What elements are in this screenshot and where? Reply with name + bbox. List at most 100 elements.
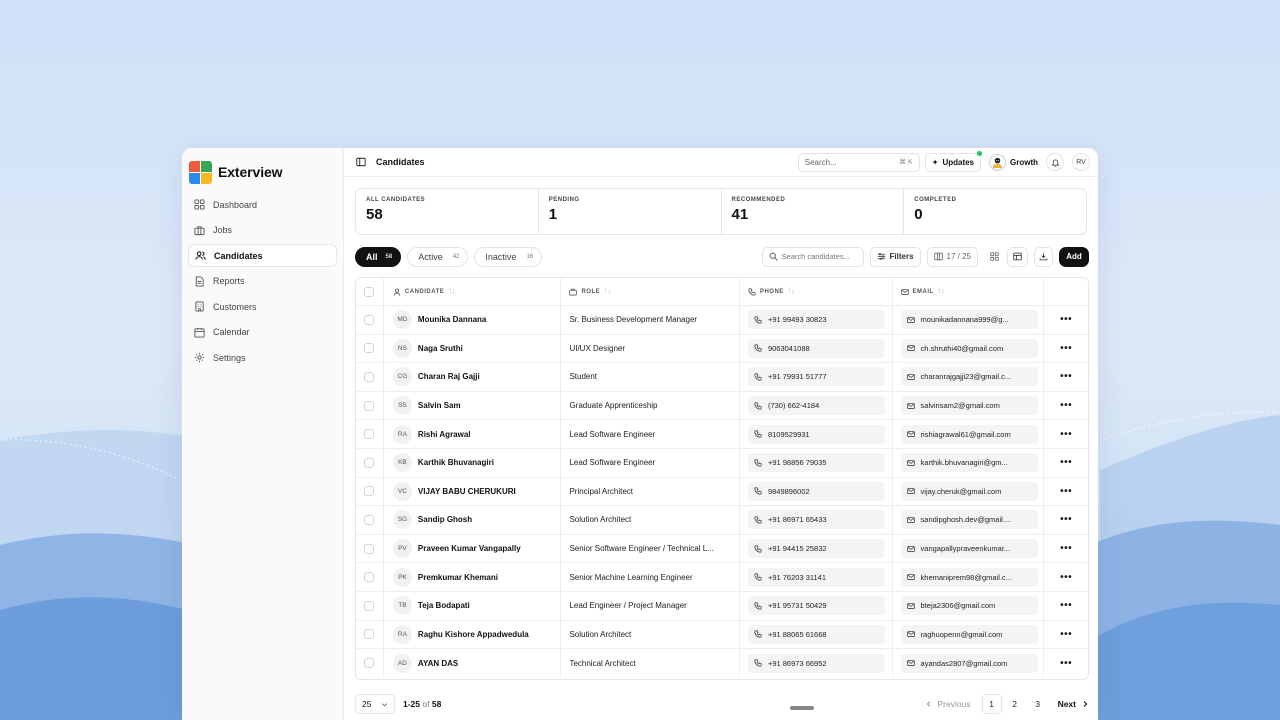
row-checkbox[interactable]	[364, 486, 375, 497]
candidate-name[interactable]: Sandip Ghosh	[418, 515, 472, 524]
row-checkbox[interactable]	[364, 314, 375, 325]
updates-button[interactable]: ✦ Updates	[924, 150, 982, 172]
table-row[interactable]: MD Mounika Dannana Sr. Business Developm…	[356, 306, 1088, 335]
user-avatar[interactable]: RV	[1072, 153, 1090, 171]
row-checkbox[interactable]	[364, 343, 375, 354]
table-row[interactable]: SG Sandip Ghosh Solution Architect +91 8…	[356, 506, 1088, 535]
candidate-name[interactable]: Premkumar Khemani	[418, 573, 498, 582]
table-row[interactable]: PV Praveen Kumar Vangapally Senior Softw…	[356, 534, 1088, 564]
phone-chip[interactable]: +91 86973 66952	[747, 653, 885, 673]
stat-all-candidates[interactable]: ALL CANDIDATES 58	[356, 189, 539, 234]
more-options-icon[interactable]: •••	[1060, 543, 1072, 554]
row-checkbox[interactable]	[364, 429, 375, 440]
notifications-button[interactable]	[1046, 153, 1064, 171]
email-chip[interactable]: raghuopenn@gmail.com	[900, 624, 1038, 644]
row-checkbox[interactable]	[364, 371, 375, 382]
email-chip[interactable]: vangapallypraveenkumar...	[900, 539, 1038, 559]
brand[interactable]: Exterview	[188, 154, 337, 190]
previous-page-button[interactable]: Previous	[925, 699, 971, 709]
candidate-name[interactable]: Karthik Bhuvanagiri	[418, 458, 494, 467]
email-chip[interactable]: ch.shruthi40@gmail.com	[900, 338, 1038, 358]
more-options-icon[interactable]: •••	[1060, 514, 1072, 525]
phone-chip[interactable]: 9849896002	[747, 481, 885, 501]
table-row[interactable]: NS Naga Sruthi UI/UX Designer 9063041088…	[356, 334, 1088, 364]
candidate-name[interactable]: AYAN DAS	[418, 659, 458, 668]
phone-chip[interactable]: +91 76203 31141	[747, 567, 885, 587]
column-header-email[interactable]: EMAIL ↑↓	[900, 288, 945, 296]
email-chip[interactable]: khemaniprem98@gmail.c...	[900, 567, 1038, 587]
email-chip[interactable]: rishiagrawal61@gmail.com	[900, 424, 1038, 444]
global-search-input[interactable]: Search... ⌘ K	[797, 152, 920, 172]
email-chip[interactable]: mounikadannana999@g...	[900, 310, 1038, 330]
table-row[interactable]: VC VIJAY BABU CHERUKURI Principal Archit…	[356, 477, 1088, 507]
sidebar-toggle-icon[interactable]	[356, 157, 366, 167]
candidate-name[interactable]: Naga Sruthi	[418, 344, 463, 353]
phone-chip[interactable]: +91 79931 51777	[747, 367, 885, 387]
phone-chip[interactable]: 9063041088	[747, 338, 885, 358]
more-options-icon[interactable]: •••	[1060, 629, 1072, 640]
table-view-button[interactable]	[1007, 246, 1028, 267]
stat-pending[interactable]: PENDING 1	[539, 189, 722, 234]
column-header-role[interactable]: ROLE ↑↓	[569, 288, 611, 296]
page-button-3[interactable]: 3	[1028, 694, 1048, 714]
email-chip[interactable]: charanrajgajji23@gmail.c...	[900, 367, 1038, 387]
row-checkbox[interactable]	[364, 658, 375, 669]
candidate-name[interactable]: Raghu Kishore Appadwedula	[418, 630, 529, 639]
grid-view-button[interactable]	[984, 247, 1005, 267]
phone-chip[interactable]: +91 95731 50429	[747, 596, 885, 616]
select-all-checkbox[interactable]	[364, 286, 375, 297]
candidate-name[interactable]: Mounika Dannana	[418, 315, 486, 324]
page-button-1[interactable]: 1	[981, 694, 1002, 714]
sidebar-item-jobs[interactable]: Jobs	[188, 219, 337, 242]
add-candidate-button[interactable]: Add	[1059, 246, 1089, 267]
sidebar-item-customers[interactable]: Customers	[188, 295, 337, 318]
email-chip[interactable]: karthik.bhuvanagiri@gm...	[900, 453, 1038, 473]
email-chip[interactable]: bteja2306@gmail.com	[900, 596, 1038, 616]
email-chip[interactable]: sandipghosh.dev@gmail....	[900, 510, 1038, 530]
row-checkbox[interactable]	[364, 457, 375, 468]
more-options-icon[interactable]: •••	[1060, 371, 1072, 382]
row-checkbox[interactable]	[364, 514, 375, 525]
tab-active[interactable]: Active 42	[407, 246, 469, 267]
workspace-switcher[interactable]: Growth	[989, 153, 1038, 171]
candidate-name[interactable]: Praveen Kumar Vangapally	[418, 544, 521, 553]
table-row[interactable]: PK Premkumar Khemani Senior Machine Lear…	[356, 563, 1088, 592]
column-header-phone[interactable]: PHONE ↑↓	[748, 287, 795, 296]
table-row[interactable]: RA Raghu Kishore Appadwedula Solution Ar…	[356, 620, 1088, 650]
tab-all[interactable]: All 58	[355, 246, 402, 267]
row-checkbox[interactable]	[364, 400, 375, 411]
email-chip[interactable]: salvinsam2@gmail.com	[900, 396, 1038, 416]
table-row[interactable]: TB Teja Bodapati Lead Engineer / Project…	[356, 591, 1088, 621]
table-row[interactable]: CG Charan Raj Gajji Student +91 79931 51…	[356, 363, 1088, 392]
download-button[interactable]	[1034, 246, 1053, 267]
more-options-icon[interactable]: •••	[1060, 314, 1072, 325]
sidebar-item-calendar[interactable]: Calendar	[188, 321, 337, 344]
row-checkbox[interactable]	[364, 543, 375, 554]
phone-chip[interactable]: +91 86971 65433	[747, 510, 885, 530]
next-page-button[interactable]: Next	[1058, 699, 1089, 709]
table-row[interactable]: RA Rishi Agrawal Lead Software Engineer …	[356, 420, 1088, 449]
stat-completed[interactable]: COMPLETED 0	[904, 189, 1086, 234]
sidebar-item-candidates[interactable]: Candidates	[188, 244, 337, 267]
filters-button[interactable]: Filters	[869, 246, 921, 267]
stat-recommended[interactable]: RECOMMENDED 41	[722, 189, 905, 234]
more-options-icon[interactable]: •••	[1060, 457, 1072, 468]
table-row[interactable]: KB Karthik Bhuvanagiri Lead Software Eng…	[356, 448, 1088, 478]
more-options-icon[interactable]: •••	[1060, 658, 1072, 669]
phone-chip[interactable]: 8109529931	[747, 424, 885, 444]
more-options-icon[interactable]: •••	[1060, 600, 1072, 611]
phone-chip[interactable]: +91 98856 79035	[747, 453, 885, 473]
columns-button[interactable]: 17 / 25	[926, 246, 978, 267]
candidate-name[interactable]: Charan Raj Gajji	[418, 372, 480, 381]
candidate-name[interactable]: VIJAY BABU CHERUKURI	[418, 487, 516, 496]
candidate-name[interactable]: Salvin Sam	[418, 401, 461, 410]
page-size-select[interactable]: 25	[355, 694, 395, 714]
table-row[interactable]: SS Salvin Sam Graduate Apprenticeship (7…	[356, 391, 1088, 421]
table-row[interactable]: AD AYAN DAS Technical Architect +91 8697…	[356, 649, 1088, 678]
email-chip[interactable]: vijay.cheruk@gmail.com	[900, 481, 1038, 501]
more-options-icon[interactable]: •••	[1060, 429, 1072, 440]
tab-inactive[interactable]: Inactive 16	[474, 246, 543, 267]
candidate-name[interactable]: Teja Bodapati	[418, 601, 470, 610]
drag-handle[interactable]	[790, 706, 814, 710]
candidate-name[interactable]: Rishi Agrawal	[418, 430, 471, 439]
